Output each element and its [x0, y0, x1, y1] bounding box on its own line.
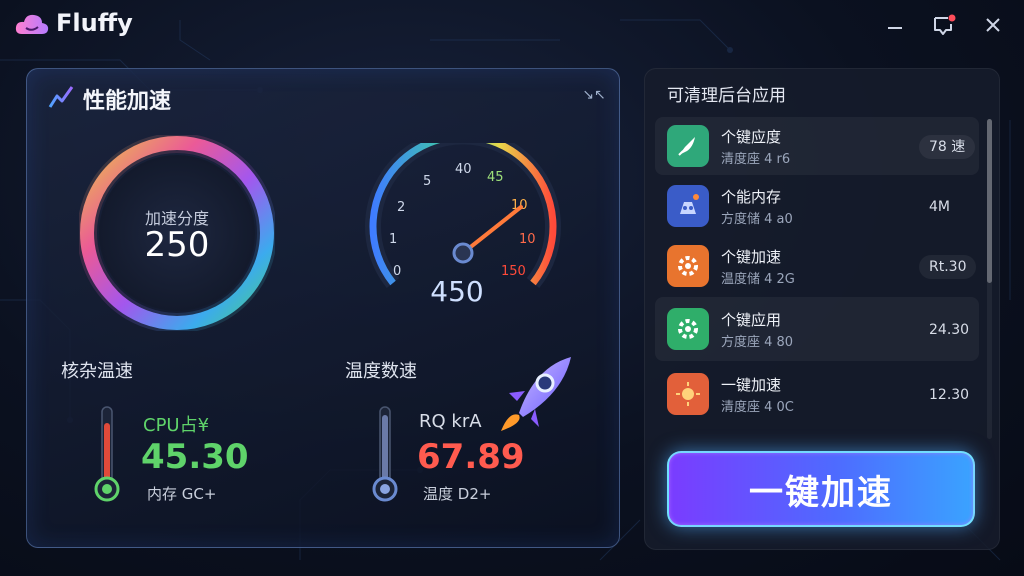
- app-size-badge: Rt.30: [919, 255, 977, 279]
- one-click-boost-button[interactable]: 一键加速: [667, 451, 975, 527]
- messages-button[interactable]: [931, 12, 957, 38]
- app-title: Fluffy: [56, 9, 133, 37]
- app-detail: 方度储 4 a0: [721, 212, 793, 227]
- cpu-section-label: 核杂温速: [61, 361, 133, 382]
- minimize-button[interactable]: [882, 12, 908, 38]
- ring-gauge-value: 250: [144, 225, 210, 265]
- speedometer-tick: 0: [393, 264, 401, 279]
- list-item[interactable]: 个键加速 温度储 4 2G Rt.30: [655, 237, 979, 295]
- temperature-metric-value: 67.89: [417, 437, 525, 477]
- app-list: 个键应度 清度座 4 r6 78 速 个能内存 方度储 4 a0 4M 个键加速…: [655, 117, 979, 439]
- app-size-badge: 12.30: [929, 387, 970, 403]
- collapse-button[interactable]: ↘↖: [582, 85, 606, 105]
- temperature-thermometer-icon: [372, 406, 398, 502]
- cog-app-icon: [667, 308, 709, 350]
- speedometer-needle: [461, 205, 523, 255]
- gear-app-icon: [667, 245, 709, 287]
- list-item[interactable]: 个键应度 清度座 4 r6 78 速: [655, 117, 979, 175]
- trend-line-icon: [48, 86, 74, 108]
- minimize-icon: [888, 27, 902, 29]
- sun-app-icon: [667, 373, 709, 415]
- chat-notification-icon: [934, 14, 956, 35]
- scrollbar-thumb[interactable]: [987, 119, 992, 283]
- performance-panel: 性能加速 ↘↖ 加速分度 250 0 1 2 5 40 45 10 10 150…: [26, 68, 620, 548]
- speedometer-tick: 45: [487, 170, 504, 185]
- app-size-badge: 24.30: [929, 322, 970, 338]
- cloud-logo-icon: [15, 14, 49, 34]
- panel-title: 性能加速: [83, 89, 172, 114]
- app-name: 一键加速: [721, 376, 782, 394]
- robot-app-icon: [667, 185, 709, 227]
- cpu-thermometer-icon: [94, 406, 120, 502]
- temperature-metric-name: RQ krA: [419, 411, 482, 432]
- speedometer-tick: 10: [519, 232, 536, 247]
- app-size-badge: 4M: [929, 199, 950, 215]
- app-size-badge: 78 速: [919, 135, 976, 159]
- temperature-metric-label: 温度 D2+: [423, 485, 492, 503]
- speedometer-tick: 40: [455, 162, 472, 177]
- memory-metric-label: 内存 GC+: [147, 485, 217, 503]
- close-icon: [986, 18, 1000, 32]
- cpu-metric-value: 45.30: [141, 437, 249, 477]
- app-detail: 温度储 4 2G: [721, 272, 795, 287]
- background-apps-panel: 可清理后台应用 个键应度 清度座 4 r6 78 速 个能内存 方度储 4 a0…: [644, 68, 1000, 550]
- app-name: 个键加速: [721, 248, 782, 266]
- side-panel-title: 可清理后台应用: [667, 86, 786, 106]
- speedometer-tick: 1: [389, 232, 397, 247]
- app-detail: 方度座 4 80: [721, 335, 794, 350]
- list-item[interactable]: 个能内存 方度储 4 a0 4M: [655, 177, 979, 235]
- temperature-section-label: 温度数速: [345, 361, 417, 382]
- rocket-icon: [501, 357, 571, 431]
- speedometer-tick: 2: [397, 200, 405, 215]
- list-item[interactable]: 个键应用 方度座 4 80 24.30: [655, 297, 979, 361]
- list-item[interactable]: 一键加速 清度座 4 0C 12.30: [655, 365, 979, 423]
- close-button[interactable]: [980, 12, 1006, 38]
- speedometer-tick: 5: [423, 174, 431, 189]
- speedometer-value: 450: [430, 275, 484, 308]
- app-detail: 清度座 4 0C: [721, 400, 794, 415]
- title-bar: Fluffy: [0, 0, 1024, 50]
- collapse-arrows-icon: ↘↖: [582, 87, 606, 103]
- app-name: 个键应度: [721, 128, 782, 146]
- app-name: 个键应用: [721, 311, 782, 329]
- app-detail: 清度座 4 r6: [721, 152, 791, 167]
- rocket-app-icon: [667, 125, 709, 167]
- cpu-metric-name: CPU占¥: [143, 415, 210, 436]
- app-name: 个能内存: [721, 188, 782, 206]
